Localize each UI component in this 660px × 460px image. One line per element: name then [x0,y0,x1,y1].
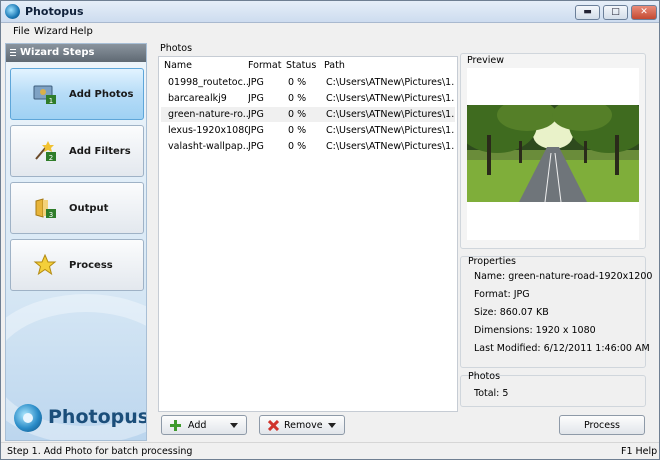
svg-text:1: 1 [49,97,53,105]
cell-status: 0 % [288,125,307,136]
cell-path: C:\Users\ATNew\Pictures\1... [326,109,454,120]
photos-group-label: Photos [160,43,193,54]
preview-image [467,105,639,202]
output-folder-icon: 3 [35,198,56,219]
photos-total-group: Photos Total: 5 [460,371,646,407]
cell-format: JPG [248,93,264,104]
add-photos-icon: 1 [33,85,56,105]
cell-format: JPG [248,77,264,88]
chevron-down-icon [230,423,238,428]
app-icon [5,4,20,19]
cell-name: valasht-wallpap... [168,141,248,152]
cell-status: 0 % [288,109,307,120]
close-button[interactable]: ✕ [631,5,657,20]
cell-path: C:\Users\ATNew\Pictures\1... [326,125,454,136]
photos-total-label: Photos [468,371,501,382]
window-title: Photopus [25,5,84,18]
wizard-steps-title: Wizard Steps [20,47,95,58]
logo-icon [14,404,42,432]
cell-format: JPG [248,141,264,152]
cell-path: C:\Users\ATNew\Pictures\1... [326,77,454,88]
menu-wizard[interactable]: Wizard [34,26,68,37]
status-bar: Step 1. Add Photo for batch processing F… [1,442,659,459]
remove-button-label: Remove [284,420,323,431]
properties-group: Properties Name: green-nature-road-1920x… [460,256,652,368]
preview-group: Preview [460,53,646,249]
preview-label: Preview [467,55,504,66]
remove-x-icon [268,420,279,431]
status-message: Step 1. Add Photo for batch processing [7,446,193,457]
add-button-label: Add [188,420,207,431]
menu-bar: File Wizard Help [1,23,659,42]
step-process[interactable]: Process [10,239,144,291]
property-name: Name: green-nature-road-1920x1200 [474,271,653,282]
step-label: Output [69,203,109,214]
menu-file[interactable]: File [13,26,30,37]
property-size: Size: 860.07 KB [474,307,549,318]
property-format: Format: JPG [474,289,530,300]
photos-total-count: Total: 5 [474,388,509,399]
photos-list[interactable]: Name Format Status Path 01998_routetoc..… [158,56,458,412]
table-row[interactable]: 01998_routetoc... JPG 0 % C:\Users\ATNew… [161,75,455,90]
cell-status: 0 % [288,77,307,88]
step-add-filters[interactable]: 2 Add Filters [10,125,144,177]
column-header-path[interactable]: Path [324,60,345,71]
cell-status: 0 % [288,141,307,152]
step-output[interactable]: 3 Output [10,182,144,234]
minimize-button[interactable]: ▬ [575,5,600,20]
property-dimensions: Dimensions: 1920 x 1080 [474,325,596,336]
cell-path: C:\Users\ATNew\Pictures\1... [326,141,454,152]
wizard-sidebar: Wizard Steps 1 Add Photos 2 Add Filters [5,43,147,441]
svg-text:3: 3 [49,211,53,219]
step-label: Add Photos [69,89,134,100]
cell-name: 01998_routetoc... [168,77,248,88]
cell-format: JPG [248,125,264,136]
cell-name: lexus-1920x1080 [168,125,248,136]
step-add-photos[interactable]: 1 Add Photos [10,68,144,120]
main-panel: Photos Name Format Status Path 01998_rou… [153,43,655,441]
help-shortcut[interactable]: F1 Help [621,446,657,457]
table-row[interactable]: green-nature-ro... JPG 0 % C:\Users\ATNe… [161,107,455,122]
app-window: Photopus ▬ □ ✕ File Wizard Help Wizard S… [0,0,660,460]
preview-image-frame [467,68,639,240]
wizard-steps-header: Wizard Steps [6,44,146,62]
column-header-status[interactable]: Status [286,60,316,71]
title-bar[interactable]: Photopus ▬ □ ✕ [1,1,659,23]
cell-name: barcarealkj9 [168,93,227,104]
table-row[interactable]: lexus-1920x1080 JPG 0 % C:\Users\ATNew\P… [161,123,455,138]
step-label: Add Filters [69,146,131,157]
add-button[interactable]: Add [161,415,247,435]
chevron-down-icon [328,423,336,428]
table-row[interactable]: valasht-wallpap... JPG 0 % C:\Users\ATNe… [161,139,455,154]
remove-button[interactable]: Remove [259,415,345,435]
filter-wand-icon: 2 [35,141,56,162]
menu-help[interactable]: Help [70,26,93,37]
logo-text: Photopus [48,406,147,428]
process-button[interactable]: Process [559,415,645,435]
maximize-button[interactable]: □ [603,5,628,20]
step-label: Process [69,260,113,271]
column-header-name[interactable]: Name [164,60,192,71]
cell-format: JPG [248,109,264,120]
cell-path: C:\Users\ATNew\Pictures\1... [326,93,454,104]
plus-icon [170,420,181,431]
properties-label: Properties [468,256,517,267]
cell-status: 0 % [288,93,307,104]
property-last-modified: Last Modified: 6/12/2011 1:46:00 AM [474,343,650,354]
star-icon [33,254,57,276]
column-header-format[interactable]: Format [248,60,281,71]
svg-text:2: 2 [49,154,53,162]
process-button-label: Process [583,420,621,431]
cell-name: green-nature-ro... [168,109,248,120]
grip-icon [10,49,16,57]
table-row[interactable]: barcarealkj9 JPG 0 % C:\Users\ATNew\Pict… [161,91,455,106]
